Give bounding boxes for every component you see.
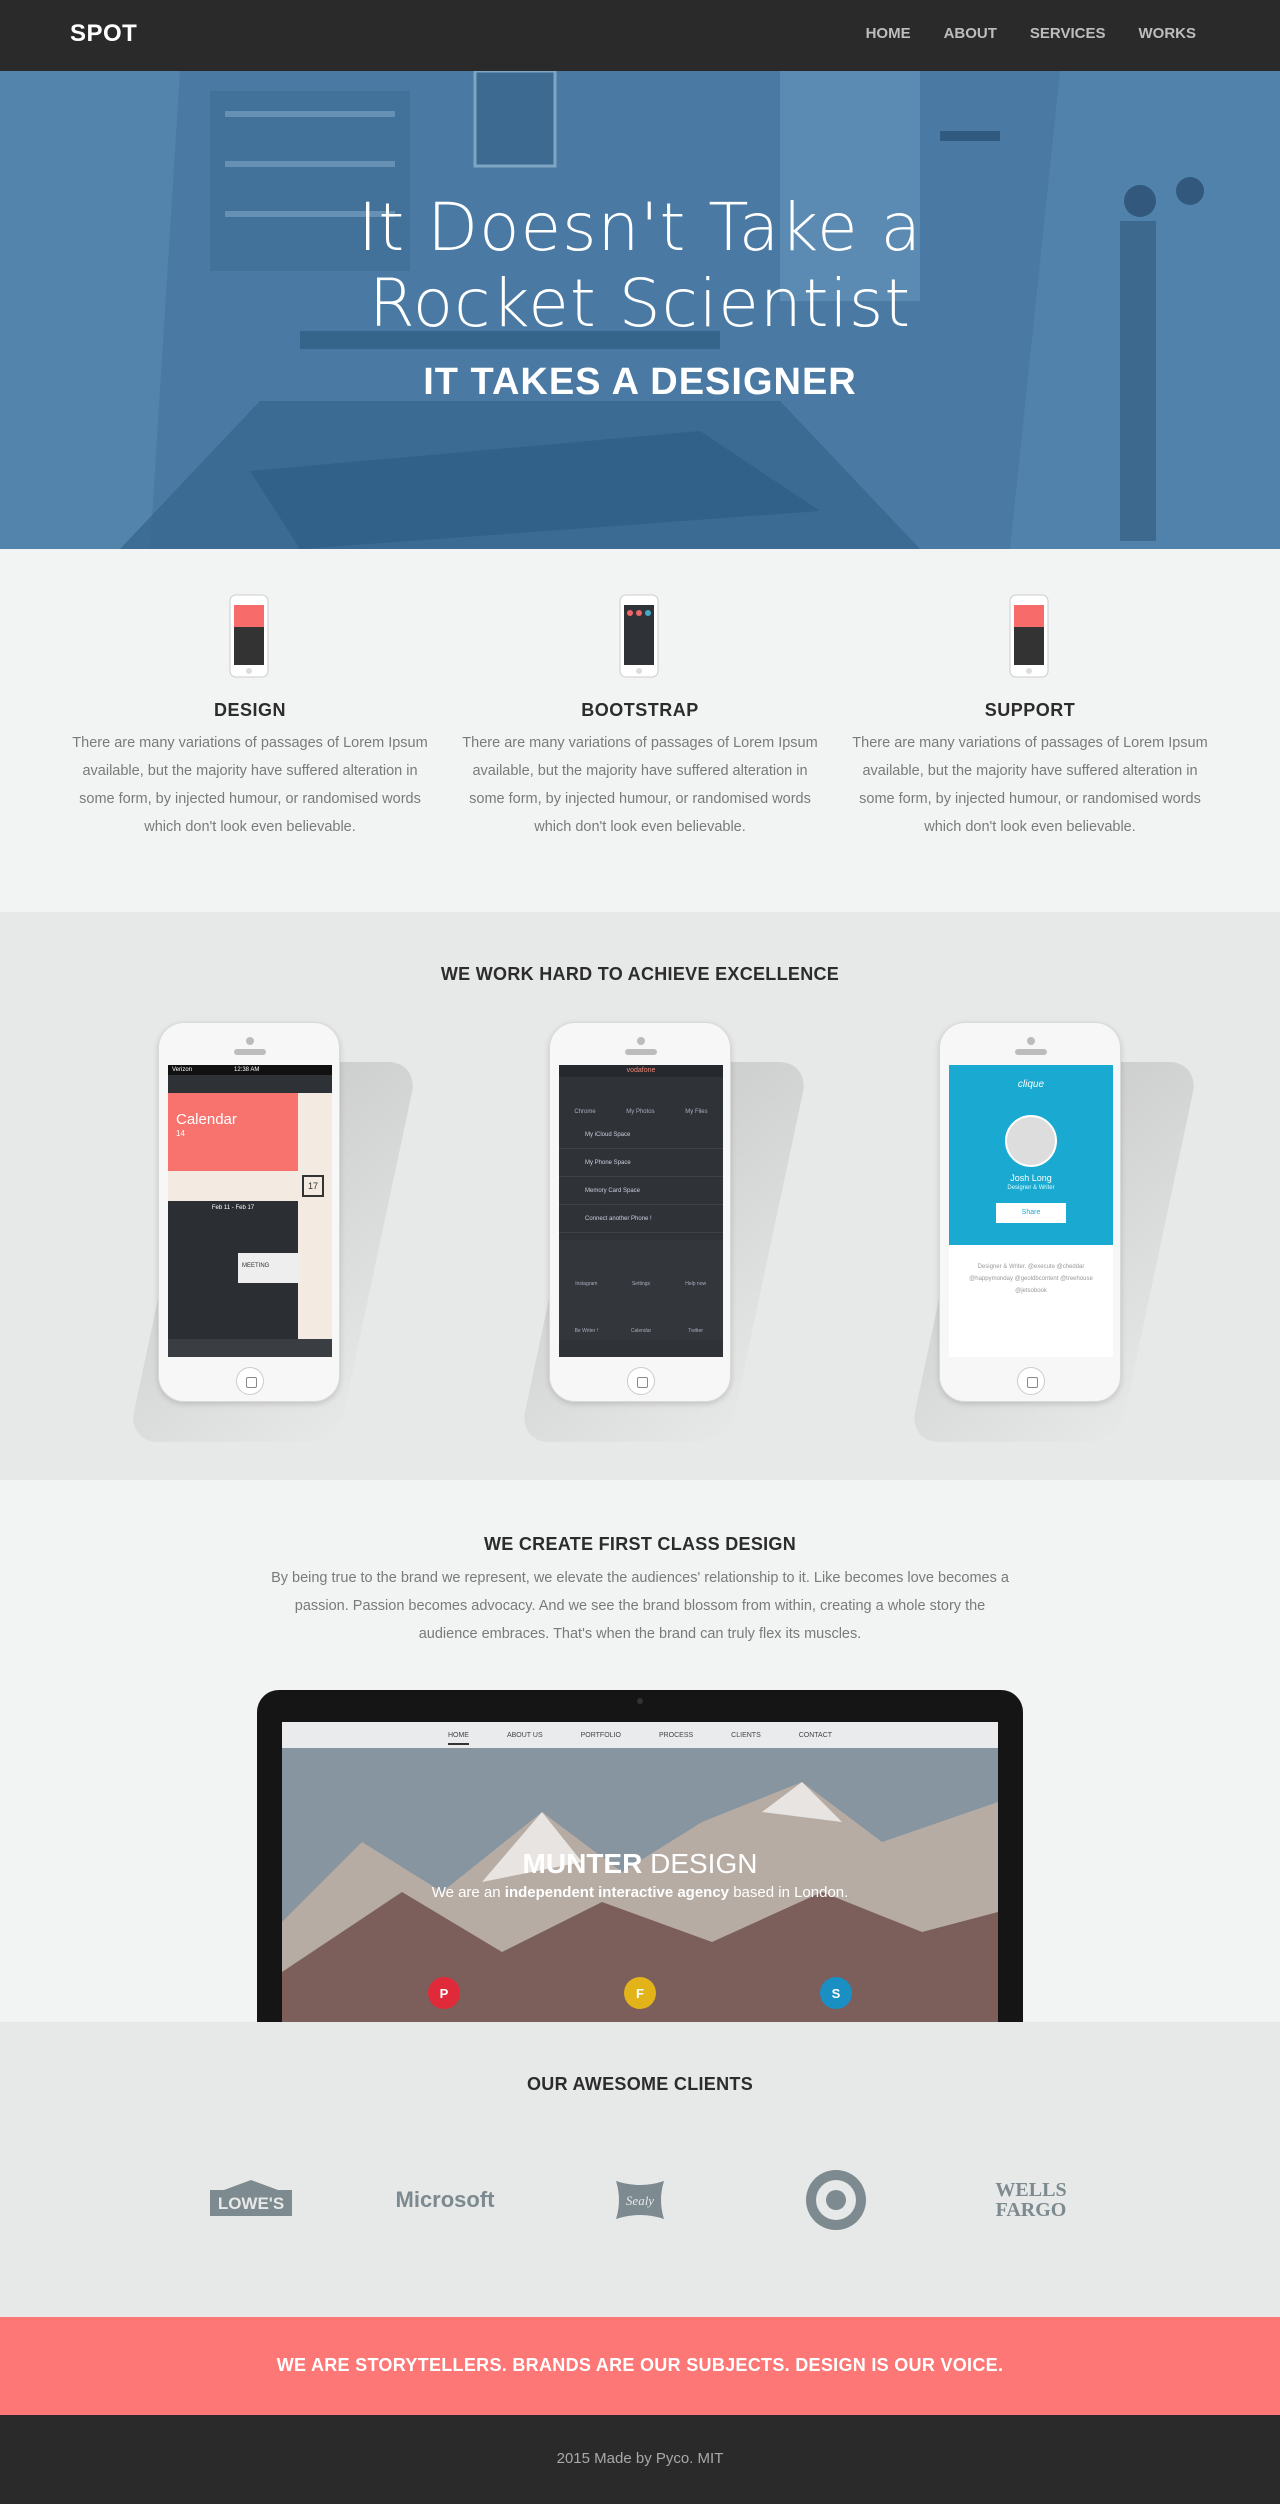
- sealy-logo: Sealy: [610, 2170, 670, 2230]
- phone-screen: Verizon 12:38 AM Calendar 14 17 Feb 11 -…: [168, 1065, 332, 1357]
- feature-text: There are many variations of passages of…: [462, 735, 818, 835]
- hero-title-line2: Rocket Scientist: [368, 265, 912, 342]
- section-title: WE WORK HARD TO ACHIEVE EXCELLENCE: [440, 964, 840, 984]
- feature-text: There are many variations of passages of…: [852, 735, 1208, 835]
- profile-role: Designer & Writer: [1007, 1185, 1055, 1191]
- meeting-event[interactable]: MEETING: [238, 1253, 300, 1283]
- footer: 2015 Made by Pyco. MIT: [0, 2415, 1280, 2504]
- badge-p-icon: P: [428, 1977, 460, 2009]
- feature-title: BOOTSTRAP: [581, 700, 699, 720]
- brand-logo[interactable]: SPOT: [70, 20, 137, 48]
- section-title: WE CREATE FIRST CLASS DESIGN: [483, 1534, 797, 1554]
- share-button[interactable]: Share: [996, 1203, 1066, 1223]
- calendar-title: Calendar: [176, 1111, 237, 1128]
- badge-s-icon: S: [820, 1977, 852, 2009]
- app-logo: clique: [1017, 1079, 1045, 1090]
- top-navbar: SPOT HOME ABOUT SERVICES WORKS: [0, 0, 1280, 71]
- design-section: WE CREATE FIRST CLASS DESIGN By being tr…: [0, 1480, 1280, 2022]
- nav-home-link[interactable]: HOME: [866, 25, 911, 42]
- section-title: OUR AWESOME CLIENTS: [526, 2074, 754, 2094]
- home-button: [1017, 1367, 1045, 1395]
- section-lead: By being true to the brand we represent,…: [271, 1570, 1009, 1642]
- phone-screen: vodafone Chrome My Photos My Files My iC…: [559, 1065, 723, 1357]
- profile-bio: Designer & Writer. @execute @cheddar @ha…: [969, 1264, 1093, 1294]
- phone-icon: [229, 594, 269, 678]
- phone-icon: [619, 594, 659, 678]
- site-heading: MUNTER DESIGN: [522, 1848, 758, 1879]
- wells-fargo-logo: WELLS FARGO: [995, 2179, 1067, 2221]
- nav-works-link[interactable]: WORKS: [1139, 25, 1197, 42]
- phone-icon: [1009, 594, 1049, 678]
- phone-mockup-profile: clique Josh Long Designer & Writer Share…: [908, 1022, 1200, 1442]
- footer-text: 2015 Made by Pyco. MIT: [556, 2450, 724, 2467]
- home-button: [236, 1367, 264, 1395]
- avatar: [1005, 1115, 1057, 1167]
- laptop-screen: HOME ABOUT US PORTFOLIO PROCESS CLIENTS …: [282, 1722, 998, 2022]
- lowes-logo: LOWE'S: [206, 2170, 296, 2230]
- banner-text: WE ARE STORYTELLERS. BRANDS ARE OUR SUBJ…: [276, 2355, 1004, 2375]
- microsoft-logo: Microsoft: [395, 2187, 495, 2212]
- hero-title-line1: It Doesn't Take a: [357, 189, 923, 266]
- feature-support: SUPPORT There are many variations of pas…: [850, 593, 1210, 841]
- site-tagline: We are an independent interactive agency…: [431, 1884, 849, 1901]
- clients-section: OUR AWESOME CLIENTS LOWE'S Microsoft Sea…: [0, 2022, 1280, 2317]
- nav-services-link[interactable]: SERVICES: [1030, 25, 1106, 42]
- laptop-mockup: HOME ABOUT US PORTFOLIO PROCESS CLIENTS …: [257, 1690, 1023, 2022]
- phone-mockup-calendar: Verizon 12:38 AM Calendar 14 17 Feb 11 -…: [127, 1022, 419, 1442]
- feature-title: SUPPORT: [984, 700, 1076, 720]
- feature-bootstrap: BOOTSTRAP There are many variations of p…: [460, 593, 820, 841]
- feature-title: DESIGN: [213, 700, 286, 720]
- profile-name: Josh Long: [1010, 1173, 1052, 1183]
- badge-f-icon: F: [624, 1977, 656, 2009]
- main-menu: HOME ABOUT SERVICES WORKS: [866, 25, 1196, 42]
- excellence-section: WE WORK HARD TO ACHIEVE EXCELLENCE Veriz…: [0, 912, 1280, 1480]
- calendar-date-icon[interactable]: 17: [302, 1175, 324, 1197]
- phone-screen: clique Josh Long Designer & Writer Share…: [949, 1065, 1113, 1357]
- feature-text: There are many variations of passages of…: [72, 735, 428, 835]
- home-button: [627, 1367, 655, 1395]
- laptop-site-nav: HOME ABOUT US PORTFOLIO PROCESS CLIENTS …: [282, 1722, 998, 1748]
- phone-mockup-dashboard: vodafone Chrome My Photos My Files My iC…: [518, 1022, 810, 1442]
- target-logo: [804, 2170, 868, 2230]
- feature-design: DESIGN There are many variations of pass…: [70, 593, 430, 841]
- hero-subtitle: IT TAKES A DESIGNER: [423, 361, 857, 403]
- nav-about-link[interactable]: ABOUT: [944, 25, 997, 42]
- hero-section: It Doesn't Take a Rocket Scientist IT TA…: [0, 71, 1280, 549]
- svg-text:LOWE'S: LOWE'S: [218, 2194, 284, 2213]
- tagline-banner: WE ARE STORYTELLERS. BRANDS ARE OUR SUBJ…: [0, 2317, 1280, 2415]
- features-section: DESIGN There are many variations of pass…: [0, 549, 1280, 912]
- svg-text:Sealy: Sealy: [626, 2193, 654, 2208]
